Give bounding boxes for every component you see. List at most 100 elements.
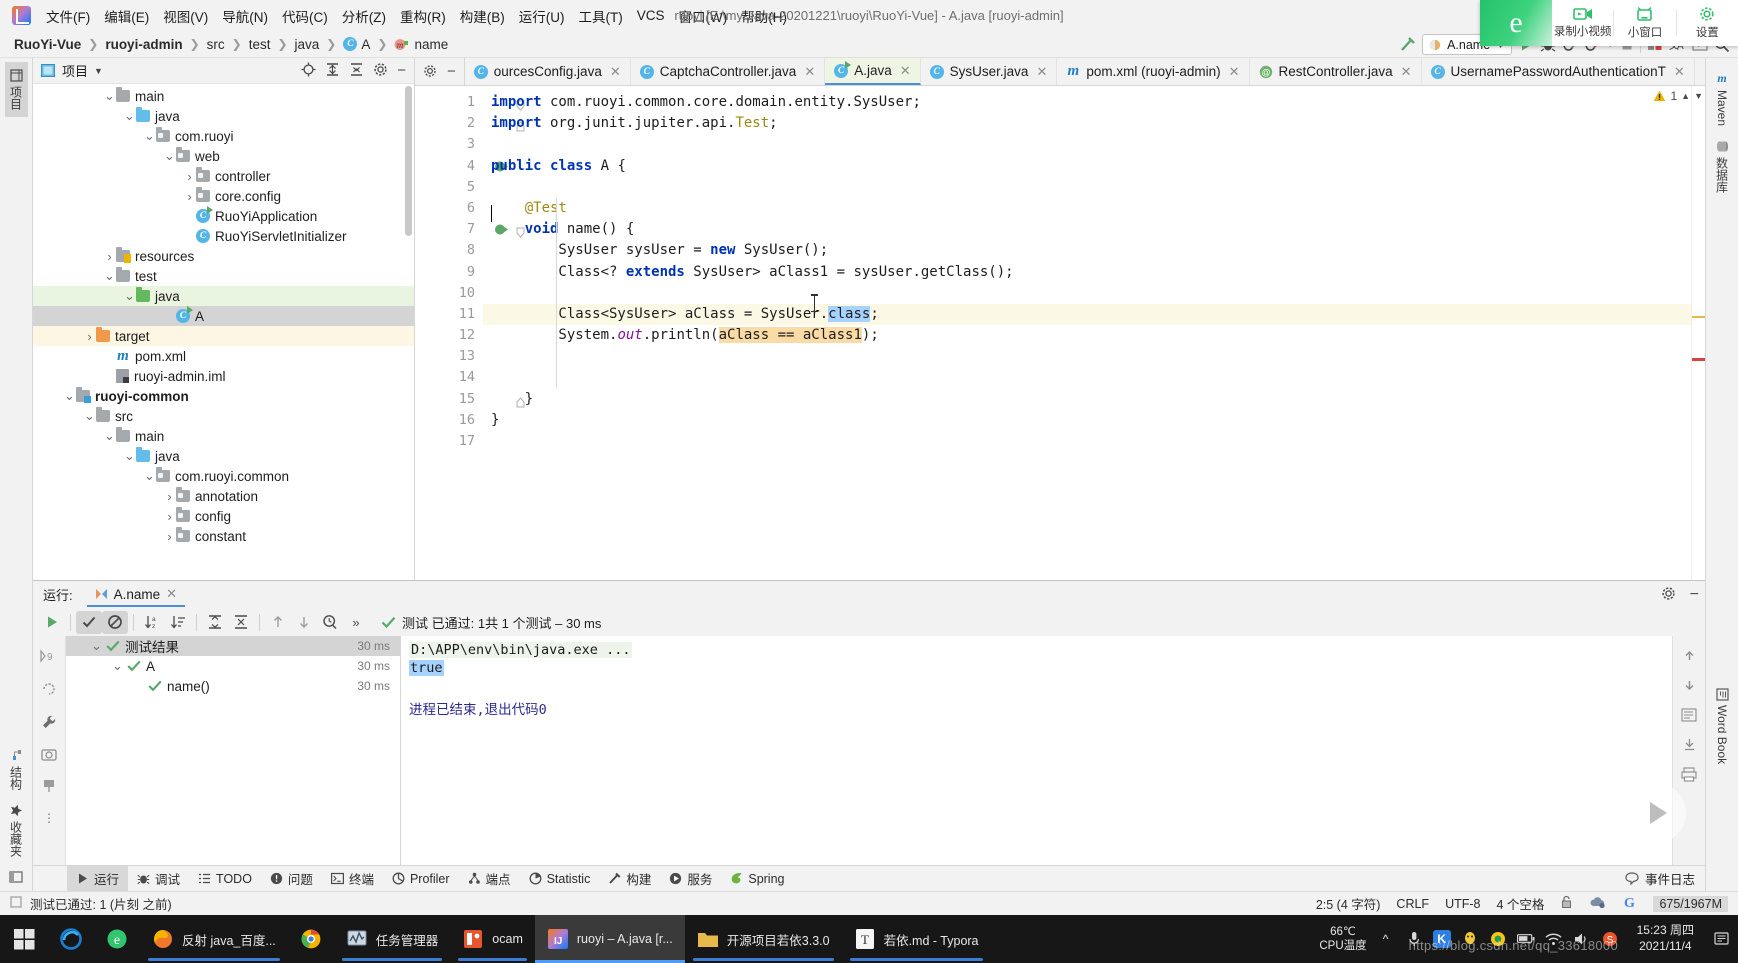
line-number[interactable]: 7 (415, 219, 525, 240)
code-line[interactable] (483, 283, 1691, 304)
menu-vcs[interactable]: VCS (630, 5, 672, 26)
file-encoding[interactable]: UTF-8 (1445, 897, 1480, 911)
chevron-right-icon[interactable]: › (163, 529, 176, 544)
breadcrumb-item-5[interactable]: A (361, 37, 370, 52)
stripe-tab-project[interactable]: 项目 (4, 62, 28, 117)
code-text[interactable]: import com.ruoyi.common.core.domain.enti… (483, 86, 1691, 580)
tool-window-button-8[interactable]: 构建 (599, 866, 660, 891)
scroll-to-end-icon[interactable] (1682, 737, 1697, 755)
show-ignored-toggle[interactable] (102, 610, 128, 634)
tool-window-button-7[interactable]: Statistic (520, 869, 600, 889)
start-button[interactable] (0, 915, 48, 963)
code-line[interactable]: System.out.println(aClass == aClass1); (483, 325, 1691, 346)
close-tab-icon[interactable]: ✕ (1036, 64, 1047, 80)
editor-tab[interactable]: C CaptchaController.java ✕ (631, 58, 826, 85)
test-tree-node[interactable]: ⌄ 测试结果 30 ms (66, 636, 400, 656)
line-number[interactable]: 4 (415, 156, 508, 177)
breadcrumb-item-1[interactable]: ruoyi-admin (105, 37, 182, 52)
chevron-right-icon[interactable]: › (183, 189, 196, 204)
breadcrumb-item-2[interactable]: src (207, 37, 225, 52)
taskbar-app-8[interactable]: T 若依.md - Typora (842, 915, 991, 963)
console-output[interactable]: D:\APP\env\bin\java.exe ... true 进程已结束,退… (401, 636, 1672, 865)
close-icon[interactable]: ✕ (166, 586, 177, 602)
print-icon[interactable] (1681, 767, 1697, 785)
expand-all-icon[interactable] (325, 62, 340, 80)
code-editor[interactable]: 1 2 3 4 5 6 7 8 9 10 11 12 13 14 15 16 17 import com.ruo… (415, 86, 1705, 580)
collapse-all-button[interactable] (228, 611, 254, 634)
project-tree-node[interactable]: m pom.xml (33, 346, 414, 366)
project-tree-node[interactable]: ⌄ ruoyi-common (33, 386, 414, 406)
chevron-down-icon[interactable]: ⌄ (83, 408, 96, 424)
gear-icon[interactable] (1661, 586, 1676, 604)
tool-window-button-6[interactable]: 端点 (459, 866, 520, 891)
taskbar-app-6[interactable]: IJ ruoyi – A.java [r... (534, 915, 685, 963)
line-number[interactable]: 12 (415, 325, 483, 346)
line-number[interactable]: 8 (415, 240, 483, 261)
menu-analyze[interactable]: 分析(Z) (335, 3, 393, 29)
chevron-right-icon[interactable]: › (83, 329, 96, 344)
chevron-down-icon[interactable]: ⌄ (123, 448, 136, 464)
project-tree-node[interactable]: ⌄ src (33, 406, 414, 426)
line-number[interactable]: 2 (415, 113, 525, 134)
tool-window-button-1[interactable]: 调试 (128, 866, 189, 891)
code-line[interactable]: } (483, 410, 1691, 431)
close-tab-icon[interactable]: ✕ (1229, 64, 1240, 80)
editor-tab[interactable]: m pom.xml (ruoyi-admin) ✕ (1057, 58, 1250, 85)
breadcrumb-item-0[interactable]: RuoYi-Vue (14, 37, 81, 52)
memory-indicator[interactable]: 675/1967M (1653, 895, 1728, 912)
breadcrumb-item-6[interactable]: name (414, 37, 448, 52)
code-line[interactable]: public class A { (483, 156, 1691, 177)
prev-failed-button[interactable] (265, 611, 291, 634)
rerun-failed-icon[interactable] (41, 681, 57, 700)
project-tree-node[interactable]: ⌄ java (33, 286, 414, 306)
pin-icon[interactable] (41, 778, 57, 797)
expand-all-button[interactable] (202, 611, 228, 634)
screenshot-icon[interactable] (41, 747, 57, 764)
code-line[interactable] (483, 346, 1691, 367)
tool-window-button-3[interactable]: 问题 (261, 866, 322, 891)
editor-settings-gear-icon[interactable] (423, 64, 437, 81)
code-line[interactable] (483, 431, 1691, 452)
kingsoft-icon[interactable]: K (1432, 930, 1451, 948)
line-number[interactable]: 14 (415, 367, 483, 388)
project-tree-node[interactable]: CA (33, 306, 414, 326)
code-line[interactable] (483, 134, 1691, 155)
show-passed-toggle[interactable] (76, 610, 102, 634)
close-tab-icon[interactable]: ✕ (804, 64, 815, 80)
tool-window-button-5[interactable]: Profiler (383, 869, 459, 889)
chevron-down-icon[interactable]: ⌄ (63, 388, 76, 404)
project-tree-node[interactable]: ⌄ java (33, 106, 414, 126)
chevron-down-icon[interactable]: ⌄ (103, 428, 116, 444)
chevron-right-icon[interactable]: › (163, 509, 176, 524)
editor-tab[interactable]: @ RestController.java ✕ (1250, 58, 1422, 85)
chevron-down-icon[interactable]: ⌄ (103, 88, 116, 104)
project-tree-node[interactable]: ⌄ main (33, 86, 414, 106)
stripe-tab-structure[interactable]: 结构 (5, 742, 28, 797)
tab-list-chevron-icon[interactable]: ⌄ (1695, 58, 1705, 85)
inspection-status[interactable]: 1 ▲ ▼ (1653, 89, 1703, 103)
test-history-button[interactable] (317, 611, 343, 634)
test-tree-node[interactable]: name() 30 ms (66, 676, 400, 696)
code-line[interactable] (483, 367, 1691, 388)
code-line[interactable] (483, 177, 1691, 198)
editor-tab[interactable]: CourcesConfig.java ✕ (465, 58, 631, 85)
stripe-hide-icon[interactable] (6, 864, 26, 891)
google-icon[interactable]: G (1622, 895, 1637, 913)
chevron-down-icon[interactable]: ▼ (94, 66, 103, 76)
project-tree-node[interactable]: › target (33, 326, 414, 346)
sort-by-duration-button[interactable] (165, 611, 191, 634)
line-number[interactable]: 6 (415, 198, 483, 219)
taskbar-app-7[interactable]: 开源项目若依3.3.0 (685, 915, 842, 963)
hide-pane-icon[interactable]: − (397, 63, 406, 78)
line-number[interactable]: 11 (415, 304, 510, 325)
tool-window-button-4[interactable]: 终端 (322, 866, 383, 891)
chevron-down-icon[interactable]: ⌄ (123, 288, 136, 304)
project-tree-node[interactable]: ⌄ web (33, 146, 414, 166)
settings-wrench-icon[interactable] (41, 714, 57, 733)
tool-window-button-2[interactable]: TODO (189, 869, 261, 889)
stripe-tab-favorites[interactable]: 收藏夹 (5, 797, 28, 864)
code-line[interactable]: import com.ruoyi.common.core.domain.enti… (483, 92, 1691, 113)
chevron-down-icon[interactable]: ⌄ (143, 128, 156, 144)
code-line[interactable]: void name() { (483, 219, 1691, 240)
menu-refactor[interactable]: 重构(R) (393, 3, 453, 29)
